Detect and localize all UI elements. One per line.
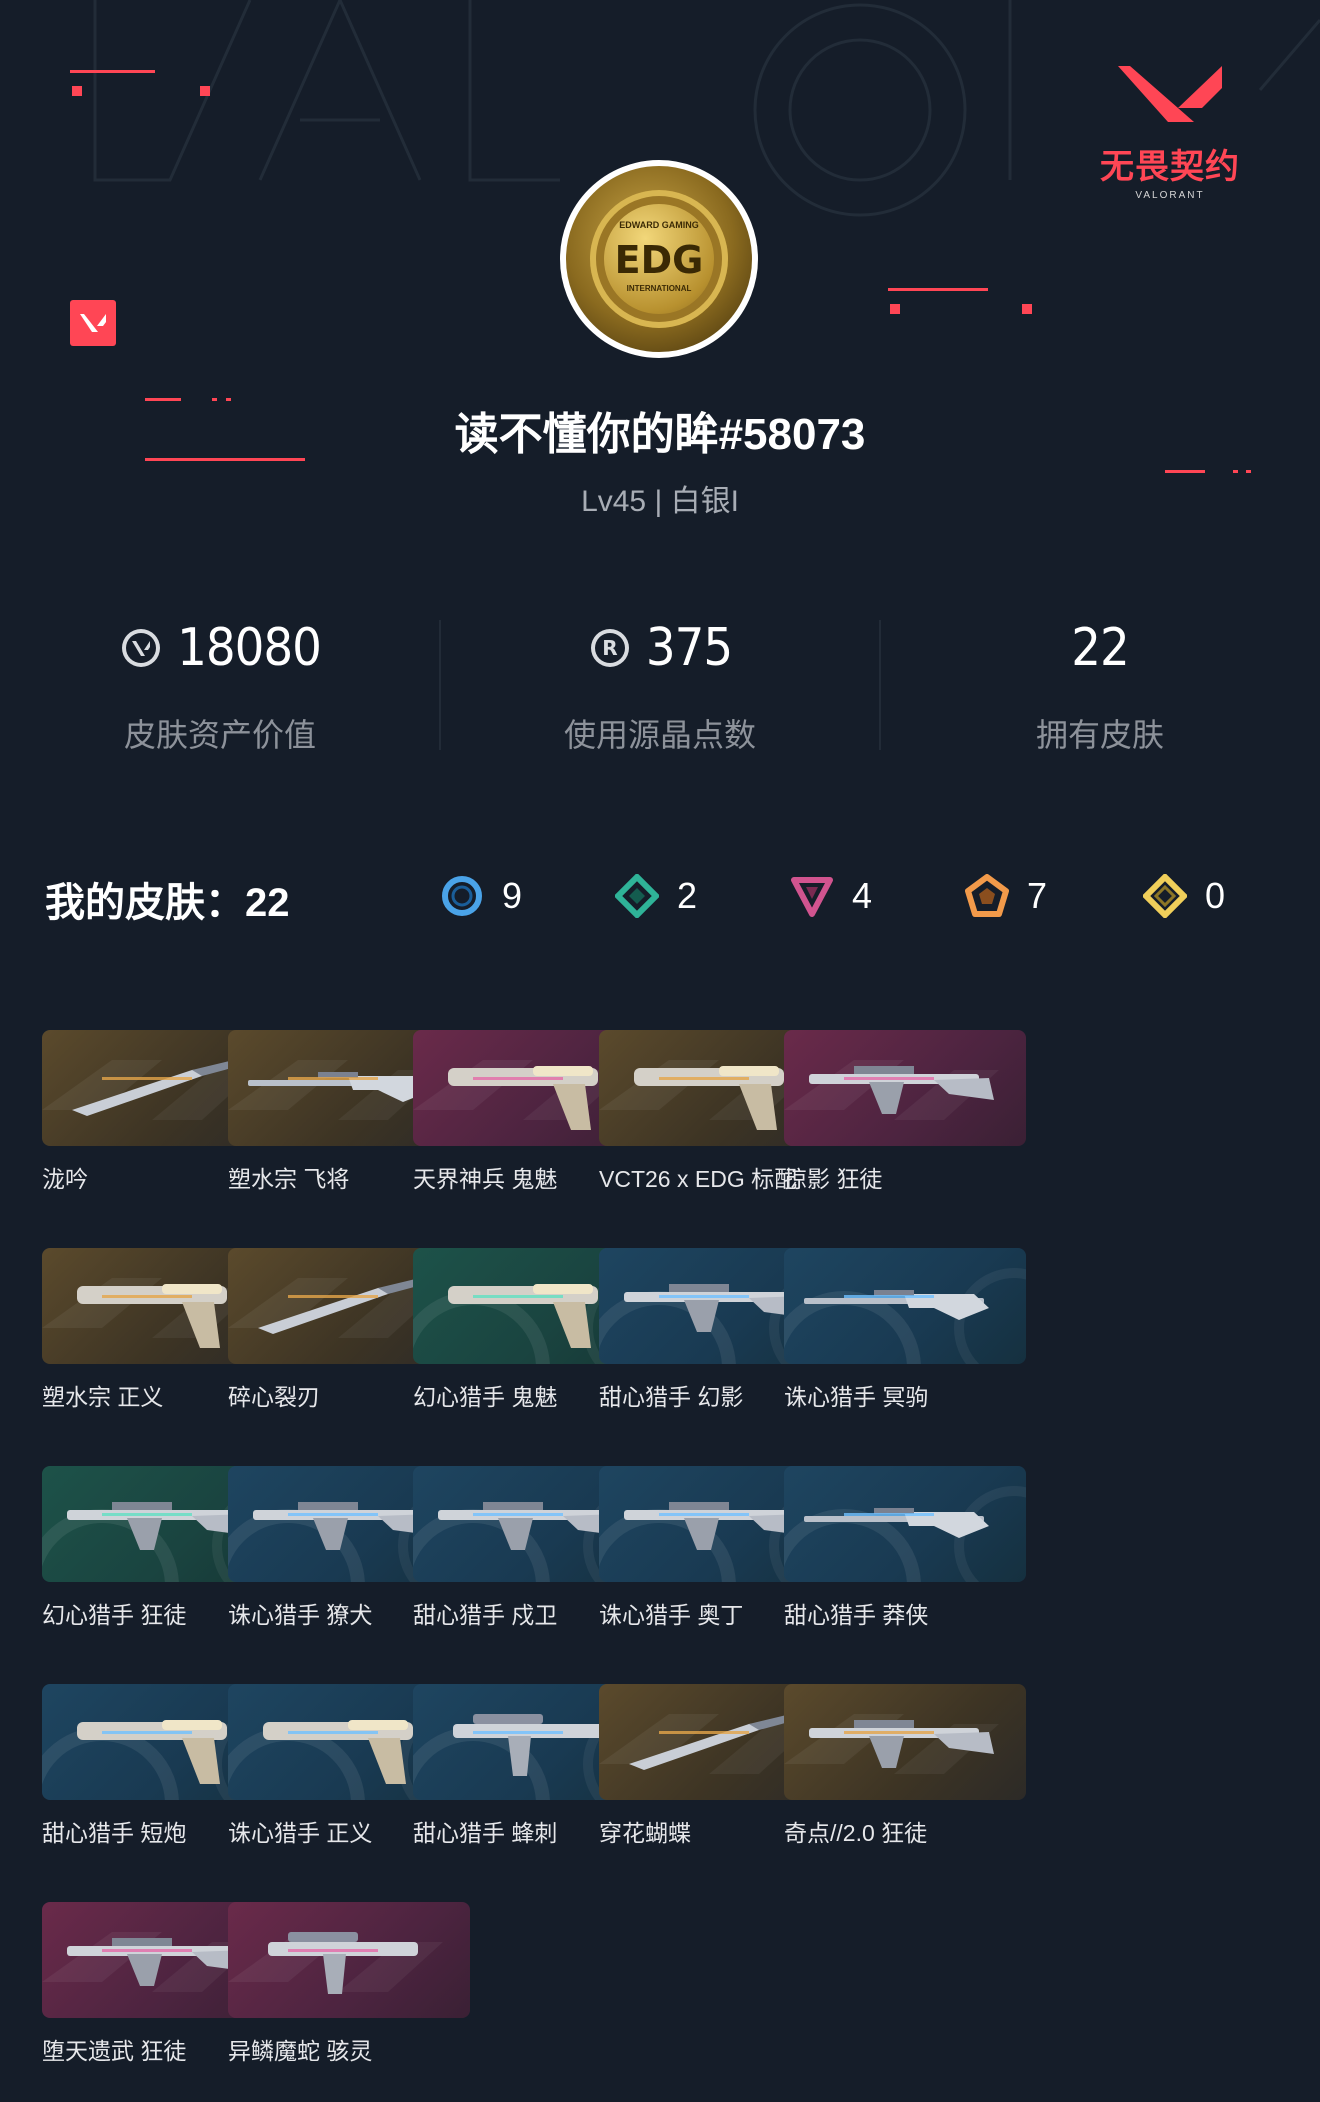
ultra-tier-icon <box>1143 874 1187 918</box>
skins-summary: 我的皮肤：22 9 2 4 7 0 <box>45 860 1285 930</box>
skin-card[interactable]: 掠影 狂徒 <box>784 1030 1026 1194</box>
stat-radianite: R 375 使用源晶点数 <box>563 618 756 753</box>
stat-skin-count: 22 拥有皮肤 <box>1035 618 1164 753</box>
brand-name: 无畏契约 <box>1100 148 1240 186</box>
tier-premium[interactable]: 4 <box>790 874 872 918</box>
weapon-sniper-icon <box>804 1508 989 1538</box>
profile-header: 无畏契约 VALORANT EDWARD GAMING EDG INTERNAT… <box>0 0 1320 560</box>
tier-exclusive[interactable]: 7 <box>965 874 1047 918</box>
select-tier-icon <box>442 876 482 916</box>
weapon-rifle-icon <box>809 1720 994 1768</box>
premium-tier-icon <box>791 877 833 917</box>
weapon-rifle-icon <box>809 1066 994 1114</box>
skin-name: 奇点//2.0 狂徒 <box>784 1820 928 1846</box>
skin-name: 诛心猎手 冥驹 <box>784 1384 929 1410</box>
skin-thumbnail <box>784 1030 1026 1146</box>
skin-thumbnail <box>228 1902 470 2018</box>
skin-name: 异鳞魔蛇 骇灵 <box>228 2038 373 2064</box>
tier-deluxe[interactable]: 2 <box>615 874 697 918</box>
skins-title: 我的皮肤：22 <box>45 881 290 925</box>
weapon-smg-icon <box>268 1932 418 1994</box>
valorant-logo-icon <box>1118 66 1222 122</box>
skin-card[interactable]: 奇点//2.0 狂徒 <box>784 1684 1026 1848</box>
valorant-badge-icon <box>70 300 116 346</box>
valorant-brand: 无畏契约 VALORANT <box>1070 60 1270 201</box>
skin-thumbnail <box>784 1684 1026 1800</box>
player-level-rank: Lv45 | 白银I <box>581 485 739 518</box>
player-name: 读不懂你的眸#58073 <box>454 410 866 459</box>
skin-name: 掠影 狂徒 <box>784 1166 883 1192</box>
skin-thumbnail <box>784 1248 1026 1364</box>
tier-select[interactable]: 9 <box>440 874 522 918</box>
skin-thumbnail <box>784 1466 1026 1582</box>
stat-skin-value: 18080 皮肤资产价值 <box>0 610 440 756</box>
stats-row: 18080 皮肤资产价值 R 375 使用源晶点数 22 拥有皮肤 <box>0 610 1320 770</box>
skin-card[interactable]: 甜心猎手 莽侠 <box>784 1466 1026 1630</box>
exclusive-tier-icon <box>965 874 1009 917</box>
tier-ultra[interactable]: 0 <box>1143 874 1225 918</box>
skin-card[interactable]: 诛心猎手 冥驹 <box>784 1248 1026 1412</box>
skin-card[interactable]: 异鳞魔蛇 骇灵 <box>228 1902 470 2066</box>
valorant-points-icon <box>122 629 161 667</box>
radianite-icon: R <box>590 629 629 667</box>
svg-text:R: R <box>602 636 617 660</box>
avatar[interactable]: EDWARD GAMING EDG INTERNATIONAL <box>560 160 758 358</box>
brand-subtitle: VALORANT <box>1135 190 1205 201</box>
deluxe-tier-icon <box>615 874 659 918</box>
weapon-sniper-icon <box>804 1290 989 1320</box>
skin-name: 甜心猎手 莽侠 <box>784 1602 929 1628</box>
edg-logo-icon: EDWARD GAMING EDG INTERNATIONAL <box>590 190 728 328</box>
